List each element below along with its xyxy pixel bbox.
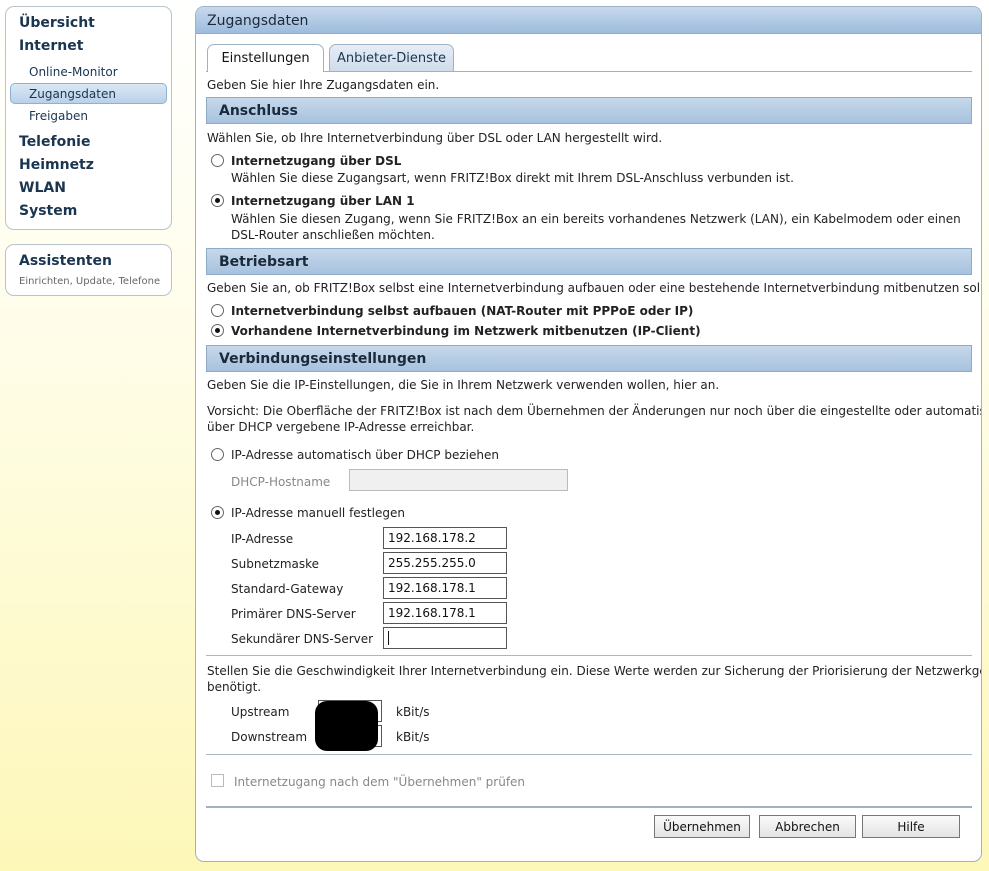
tab-anbieter-dienste[interactable]: Anbieter-Dienste [329, 44, 454, 71]
primary-dns-label: Primärer DNS-Server [231, 607, 356, 621]
assistant-subtitle: Einrichten, Update, Telefone [19, 276, 161, 287]
sidebar-item-internet[interactable]: Internet [19, 38, 83, 54]
radio-lan1[interactable] [211, 194, 224, 207]
dhcp-hostname-input[interactable] [349, 469, 568, 491]
page-title: Zugangsdaten [207, 13, 309, 29]
radio-nat-router[interactable] [211, 304, 224, 317]
divider [206, 754, 972, 755]
downstream-unit: kBit/s [396, 730, 430, 744]
radio-nat-router-label[interactable]: Internetverbindung selbst aufbauen (NAT-… [231, 304, 693, 318]
intro-text: Geben Sie hier Ihre Zugangsdaten ein. [207, 78, 440, 92]
ip-address-input[interactable]: 192.168.178.2 [383, 527, 507, 549]
radio-manual-ip[interactable] [211, 506, 224, 519]
divider [206, 655, 972, 656]
cancel-button[interactable]: Abbrechen [759, 815, 856, 838]
text-caret [388, 631, 389, 645]
dhcp-hostname-label: DHCP-Hostname [231, 475, 331, 489]
radio-lan1-description-line1: Wählen Sie diesen Zugang, wenn Sie FRITZ… [231, 212, 961, 226]
sidebar-item-system[interactable]: System [19, 203, 77, 219]
radio-dhcp[interactable] [211, 448, 224, 461]
primary-dns-input[interactable]: 192.168.178.1 [383, 602, 507, 624]
betriebsart-description: Geben Sie an, ob FRITZ!Box selbst eine I… [207, 281, 982, 295]
verbindung-description: Geben Sie die IP-Einstellungen, die Sie … [207, 378, 720, 392]
sidebar-item-freigaben[interactable]: Freigaben [29, 109, 88, 123]
check-internet-access-label[interactable]: Internetzugang nach dem "Übernehmen" prü… [234, 775, 525, 789]
anschluss-description: Wählen Sie, ob Ihre Internetverbindung ü… [207, 131, 663, 145]
section-anschluss: Anschluss [206, 97, 972, 124]
subnet-mask-label: Subnetzmaske [231, 557, 320, 571]
gateway-label: Standard-Gateway [231, 582, 344, 596]
sidebar-nav: Übersicht Internet Online-Monitor Zugang… [5, 6, 172, 230]
section-heading: Betriebsart [219, 254, 309, 270]
sidebar-item-uebersicht[interactable]: Übersicht [19, 15, 95, 31]
section-betriebsart: Betriebsart [206, 248, 972, 275]
upstream-unit: kBit/s [396, 705, 430, 719]
subnet-mask-input[interactable]: 255.255.255.0 [383, 552, 507, 574]
speed-description-line2: benötigt. [207, 680, 262, 694]
radio-ip-client-label[interactable]: Vorhandene Internetverbindung im Netzwer… [231, 324, 701, 338]
button-bar-divider [206, 806, 972, 808]
upstream-label: Upstream [231, 705, 290, 719]
secondary-dns-input[interactable] [383, 627, 507, 649]
warning-line2: über DHCP vergebene IP-Adresse erreichba… [207, 420, 475, 434]
sidebar-item-telefonie[interactable]: Telefonie [19, 134, 90, 150]
tab-einstellungen[interactable]: Einstellungen [207, 44, 324, 72]
downstream-label: Downstream [231, 730, 308, 744]
section-heading: Verbindungseinstellungen [219, 351, 427, 367]
radio-manual-ip-label[interactable]: IP-Adresse manuell festlegen [231, 506, 405, 520]
check-internet-access-checkbox[interactable] [211, 774, 224, 787]
section-heading: Anschluss [219, 103, 298, 119]
radio-dsl-description: Wählen Sie diese Zugangsart, wenn FRITZ!… [231, 171, 794, 185]
main-panel: Zugangsdaten Einstellungen Anbieter-Dien… [195, 6, 982, 862]
gateway-input[interactable]: 192.168.178.1 [383, 577, 507, 599]
panel-header: Zugangsdaten [196, 7, 981, 34]
ip-address-label: IP-Adresse [231, 532, 294, 546]
redaction-mark [315, 701, 378, 751]
sidebar-item-online-monitor[interactable]: Online-Monitor [29, 65, 118, 79]
apply-button[interactable]: Übernehmen [654, 815, 750, 838]
radio-lan1-description-line2: DSL-Router anschließen möchten. [231, 228, 435, 242]
radio-ip-client[interactable] [211, 324, 224, 337]
assistant-box[interactable]: Assistenten Einrichten, Update, Telefone [5, 244, 172, 296]
help-button[interactable]: Hilfe [862, 815, 960, 838]
speed-description-line1: Stellen Sie die Geschwindigkeit Ihrer In… [207, 664, 982, 678]
sidebar-item-zugangsdaten[interactable]: Zugangsdaten [29, 87, 116, 101]
assistant-title[interactable]: Assistenten [19, 253, 112, 269]
radio-dhcp-label[interactable]: IP-Adresse automatisch über DHCP beziehe… [231, 448, 499, 462]
sidebar-item-wlan[interactable]: WLAN [19, 180, 66, 196]
radio-dsl-label[interactable]: Internetzugang über DSL [231, 154, 401, 168]
radio-dsl[interactable] [211, 154, 224, 167]
secondary-dns-label: Sekundärer DNS-Server [231, 632, 374, 646]
warning-line1: Vorsicht: Die Oberfläche der FRITZ!Box i… [207, 404, 982, 418]
section-verbindungseinstellungen: Verbindungseinstellungen [206, 345, 972, 372]
sidebar-item-heimnetz[interactable]: Heimnetz [19, 157, 94, 173]
radio-lan1-label[interactable]: Internetzugang über LAN 1 [231, 194, 415, 208]
